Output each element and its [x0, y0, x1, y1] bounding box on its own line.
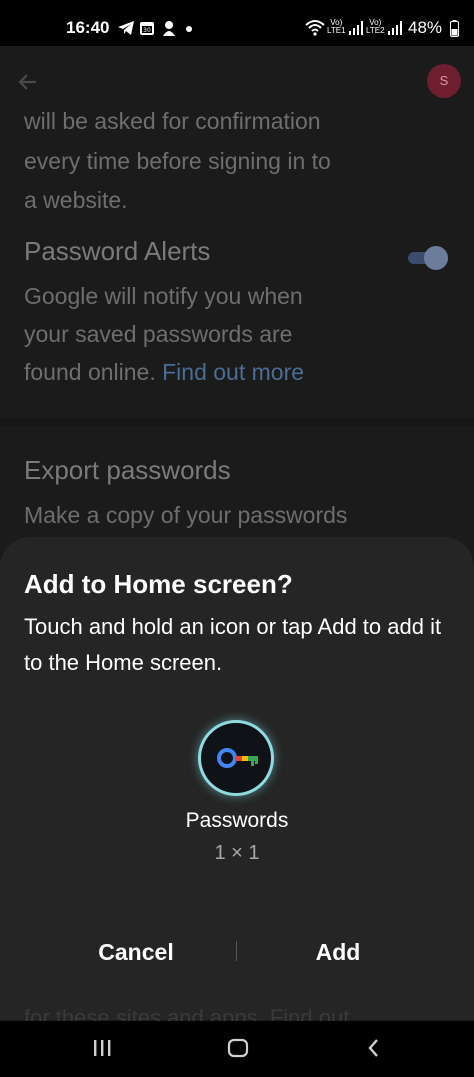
export-passwords-desc: Make a copy of your passwords	[24, 502, 348, 528]
button-divider	[236, 941, 237, 961]
back-arrow-icon[interactable]	[14, 68, 42, 96]
add-button[interactable]: Add	[238, 932, 438, 972]
lte2-label: Vo) LTE2	[366, 18, 385, 35]
confirm-text-line3: a website.	[24, 187, 128, 213]
calendar-icon: 30	[140, 22, 154, 35]
battery-percent: 48%	[408, 18, 443, 37]
widget-size: 1 × 1	[214, 842, 260, 864]
status-bar: 16:40 30 Vo) LTE1 Vo) LTE2 48%	[0, 0, 474, 46]
signal-sim2-icon	[388, 21, 402, 35]
confirm-text-line1: will be asked for confirmation	[24, 108, 321, 134]
app-name: Passwords	[185, 809, 289, 832]
recent-apps-icon[interactable]	[90, 1036, 114, 1060]
key-icon	[217, 748, 258, 768]
telegram-icon	[118, 21, 134, 35]
alerts-desc-line2: your saved passwords are	[24, 321, 293, 347]
navigation-bar	[0, 1021, 474, 1077]
notification-app-icon	[163, 21, 175, 36]
export-passwords-title[interactable]: Export passwords	[24, 451, 231, 489]
toggle-thumb	[424, 246, 448, 270]
signal-sim1-icon	[349, 21, 363, 35]
alerts-desc-text: found online.	[24, 359, 163, 385]
account-avatar[interactable]: S	[427, 64, 461, 98]
password-alerts-toggle[interactable]	[408, 246, 448, 270]
lte1-label: Vo) LTE1	[327, 18, 346, 35]
clock: 16:40	[66, 18, 110, 37]
passwords-app-icon[interactable]	[201, 723, 271, 793]
find-out-more-link[interactable]: Find out more	[162, 359, 304, 385]
dialog-message: Touch and hold an icon or tap Add to add…	[24, 614, 442, 675]
cancel-button[interactable]: Cancel	[36, 932, 236, 972]
password-alerts-title: Password Alerts	[24, 236, 211, 266]
svg-text:30: 30	[143, 27, 151, 34]
home-icon[interactable]	[226, 1036, 250, 1060]
confirm-text-line2: every time before signing in to	[24, 148, 331, 174]
alerts-desc-line3: found online. Find out more	[24, 353, 304, 391]
wifi-icon	[305, 20, 325, 36]
alerts-desc-line1: Google will notify you when	[24, 283, 303, 309]
back-icon[interactable]	[362, 1036, 386, 1060]
dialog-title: Add to Home screen?	[24, 569, 293, 599]
battery-icon	[450, 20, 459, 37]
more-notifications-dot-icon	[186, 26, 192, 32]
password-options-section: will be asked for confirmation every tim…	[0, 108, 474, 418]
add-to-home-dialog: Add to Home screen? Touch and hold an ic…	[0, 537, 474, 1030]
